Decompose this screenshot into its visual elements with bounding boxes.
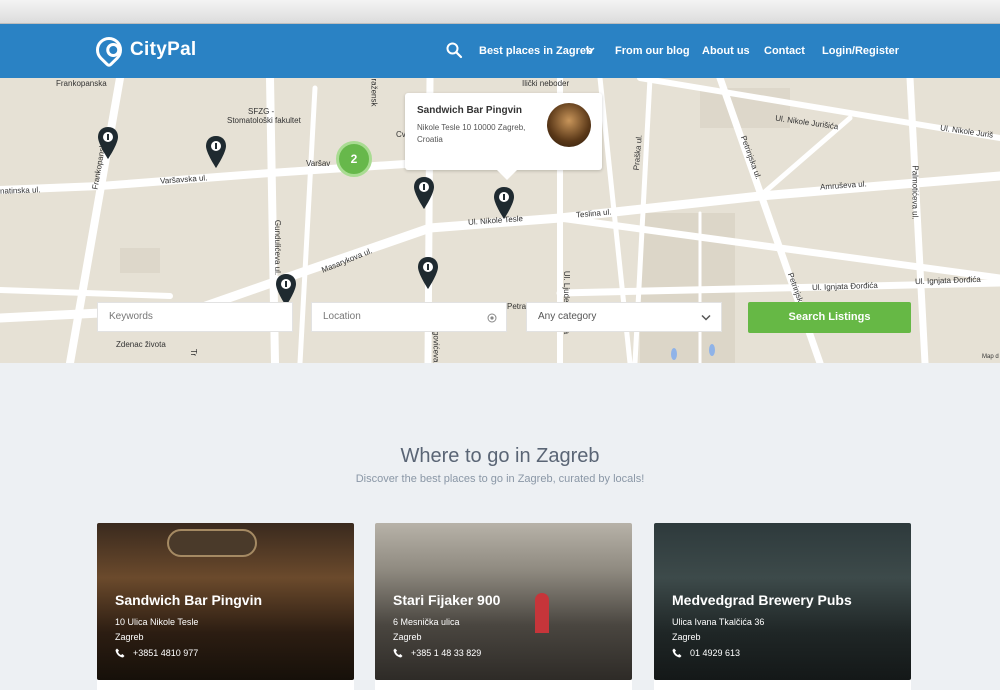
card-street: Ulica Ivana Tkalčića 36 [672,617,765,627]
browser-chrome-strip [0,0,1000,24]
section-subtitle: Discover the best places to go in Zagreb… [355,473,645,485]
card-street: 6 Mesnička ulica [393,617,460,627]
chevron-down-icon[interactable] [585,46,595,54]
map-label: Ilički neboder [522,79,570,88]
nav-contact[interactable]: Contact [764,45,805,57]
map-info-popup[interactable]: Sandwich Bar Pingvin Nikole Tesle 10 100… [405,93,602,180]
map-pin-icon[interactable] [205,135,227,169]
map-label: Stomatološki fakultet [227,116,301,125]
card-phone-number: +385 1 48 33 829 [411,648,482,658]
nav-login-register[interactable]: Login/Register [822,45,899,57]
card-image-sign [167,529,257,557]
chevron-down-icon [701,314,711,321]
map-label: Palmotićeva ul. [910,165,920,220]
map-label: Zdenac života [116,340,166,349]
brand-logo[interactable]: CityPal [90,31,197,69]
phone-icon [115,648,125,658]
map-label: natinska ul. [0,185,41,196]
card-city: Zagreb [115,632,144,642]
map-label: Varšav [306,159,331,168]
phone-icon [672,648,682,658]
logo-mark-icon [90,31,128,69]
map-pin-icon[interactable] [493,186,515,220]
category-select[interactable]: Any category [526,302,722,332]
location-target-icon[interactable] [487,313,497,323]
popup-address: Nikole Tesle 10 10000 Zagreb, Croatia [417,123,526,144]
map-attribution: Map d [982,354,999,360]
nav-best-places[interactable]: Best places in Zagreb [479,45,593,57]
card-footer [654,680,911,690]
card-title[interactable]: Medvedgrad Brewery Pubs [672,592,852,608]
card-phone[interactable]: +3851 4810 977 [115,648,198,658]
keywords-input[interactable]: Keywords [97,302,293,332]
popup-thumbnail [547,103,591,147]
map-pin-icon[interactable] [413,176,435,210]
map-label: SFZG - [248,107,275,116]
card-city: Zagreb [393,632,422,642]
map-label: Gundulićeva ul. [273,219,283,276]
card-phone-number: +3851 4810 977 [133,648,199,658]
nav-about[interactable]: About us [702,45,750,57]
top-navbar: CityPal Best places in Zagreb From our b… [0,24,1000,78]
listing-card[interactable]: Sandwich Bar Pingvin 10 Ulica Nikole Tes… [97,523,354,680]
card-footer [97,680,354,690]
listing-card[interactable]: Medvedgrad Brewery Pubs Ulica Ivana Tkal… [654,523,911,680]
marker-cluster[interactable]: 2 [336,141,372,177]
card-image-umbrella [535,593,549,633]
card-phone-number: 01 4929 613 [690,648,741,658]
location-input[interactable]: Location [311,302,507,332]
card-footer [375,680,632,690]
card-street: 10 Ulica Nikole Tesle [115,617,199,627]
search-icon[interactable] [445,41,463,59]
location-placeholder: Location [323,311,361,322]
search-listings-button[interactable]: Search Listings [748,302,911,333]
card-title[interactable]: Sandwich Bar Pingvin [115,592,262,608]
map-label: Frankopanska [56,79,107,88]
card-city: Zagreb [672,632,701,642]
listing-card[interactable]: Stari Fijaker 900 6 Mesnička ulica Zagre… [375,523,632,680]
map-label: Tr [189,348,199,357]
phone-icon [393,648,403,658]
map-label: Petra [507,302,527,311]
brand-name: CityPal [130,39,197,60]
map-pin-icon[interactable] [417,256,439,290]
map-pin-icon[interactable] [97,126,119,160]
nav-blog[interactable]: From our blog [615,45,690,57]
map-label: ražensk [369,78,379,107]
card-title[interactable]: Stari Fijaker 900 [393,592,500,608]
popup-title[interactable]: Sandwich Bar Pingvin [417,105,522,116]
section-title: Where to go in Zagreb [400,445,600,467]
category-value: Any category [538,311,597,322]
card-phone[interactable]: +385 1 48 33 829 [393,648,481,658]
card-phone[interactable]: 01 4929 613 [672,648,740,658]
